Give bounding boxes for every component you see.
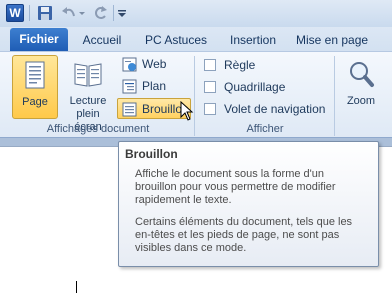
draft-tooltip: Brouillon Affiche le document sous la fo… — [118, 141, 379, 267]
chevron-down-icon[interactable] — [78, 4, 86, 22]
group-separator — [334, 56, 335, 136]
redo-icon[interactable] — [92, 4, 110, 22]
word-icon[interactable]: W — [6, 4, 24, 22]
zoom-label: Zoom — [346, 95, 376, 107]
tab-file[interactable]: Fichier — [10, 28, 68, 51]
tooltip-line: visibles dans ce mode. — [135, 242, 247, 254]
title-bar: W — [0, 0, 392, 27]
open-book-icon — [74, 63, 102, 87]
save-icon[interactable] — [36, 4, 54, 22]
gridlines-label: Quadrillage — [224, 80, 286, 94]
ribbon-tabs: Fichier Accueil PC Astuces Insertion Mis… — [0, 27, 392, 51]
undo-icon[interactable] — [60, 4, 78, 22]
tooltip-title: Brouillon — [125, 147, 178, 161]
tab-home[interactable]: Accueil — [76, 29, 128, 51]
separator — [29, 5, 30, 21]
tooltip-description: Affiche le document sous la forme d'un b… — [135, 168, 375, 207]
tab-pc-astuces[interactable]: PC Astuces — [134, 29, 218, 51]
print-layout-button[interactable]: Page — [12, 55, 58, 119]
web-layout-icon — [122, 57, 137, 72]
tooltip-line: brouillon pour vous permettre de modifie… — [135, 181, 336, 193]
group-separator — [194, 56, 195, 136]
tab-page-layout[interactable]: Mise en page — [296, 29, 392, 51]
tooltip-line: Affiche le document sous la forme d'un — [135, 168, 325, 180]
show-group-label: Afficher — [246, 123, 284, 135]
print-layout-label: Page — [22, 96, 48, 108]
tab-insertion[interactable]: Insertion — [222, 29, 284, 51]
outline-label: Plan — [142, 79, 167, 93]
outline-button[interactable]: Plan — [118, 76, 192, 97]
full-screen-reading-button[interactable]: Lecture plein écran — [62, 55, 114, 133]
navigation-pane-label: Volet de navigation — [224, 102, 326, 116]
magnifier-icon — [350, 62, 374, 87]
outline-icon — [122, 79, 137, 94]
document-views-group-label: Affichages document — [46, 123, 150, 135]
draft-icon — [122, 102, 137, 117]
customize-icon[interactable] — [116, 4, 128, 22]
tooltip-line: Certains éléments du document, tels que … — [135, 216, 353, 228]
text-caret — [76, 281, 77, 293]
page-icon — [25, 61, 45, 89]
read-label-line1: Lecture — [69, 95, 107, 107]
ruler-label: Règle — [224, 58, 256, 72]
tooltip-line: rapidement le texte. — [135, 194, 232, 206]
separator — [113, 5, 114, 21]
checkbox-box[interactable] — [204, 81, 216, 93]
checkbox-box[interactable] — [204, 59, 216, 71]
web-layout-label: Web — [142, 57, 167, 71]
checkbox-box[interactable] — [204, 103, 216, 115]
zoom-button[interactable]: Zoom — [338, 55, 384, 119]
web-layout-button[interactable]: Web — [118, 54, 192, 75]
ribbon: Page Lecture plein écran Web Plan Brouil… — [0, 51, 392, 138]
tooltip-line: en-têtes et les pieds de page, ne sont p… — [135, 229, 340, 241]
tooltip-note: Certains éléments du document, tels que … — [135, 216, 375, 255]
mouse-pointer-icon — [180, 101, 194, 121]
